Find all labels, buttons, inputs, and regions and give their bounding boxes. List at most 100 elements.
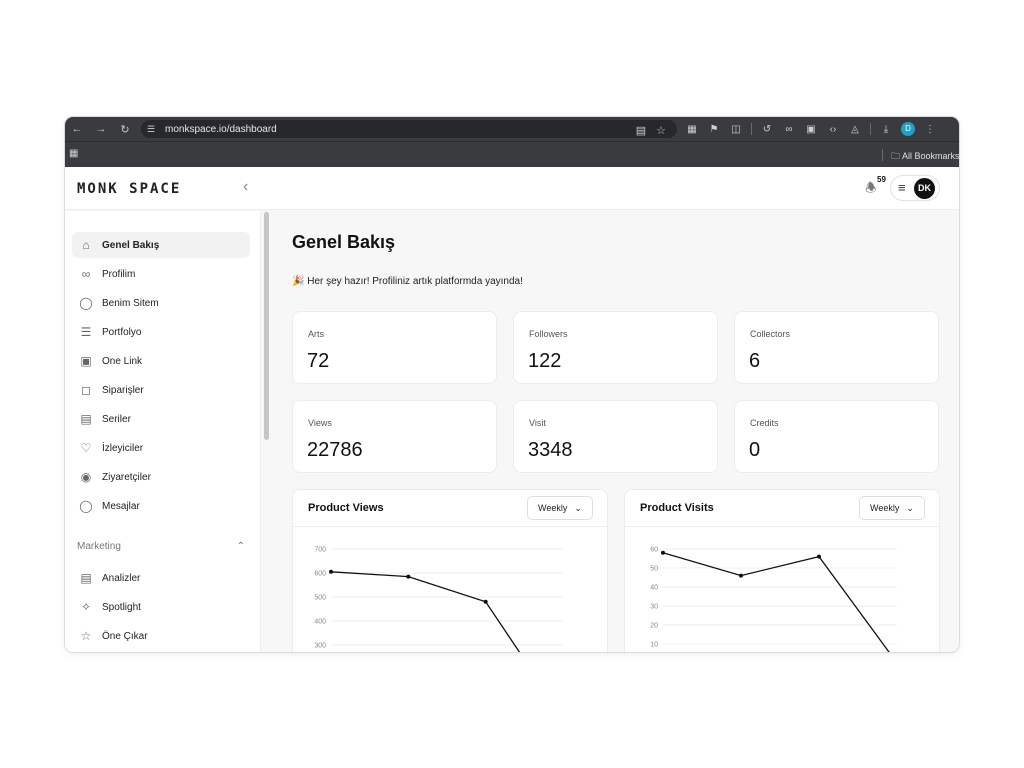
link-icon: ∞ — [81, 267, 91, 281]
all-bookmarks-button[interactable]: 🗀 All Bookmarks — [891, 149, 959, 165]
sidebar-item-benim-sitem[interactable]: ◯ Benim Sitem — [72, 290, 250, 316]
bookmarks-divider — [882, 149, 883, 161]
toolbar-divider — [751, 123, 752, 135]
chart-header: Product Visits Weekly ⌄ — [625, 490, 939, 527]
bookmarks-bar: ▦ 🗀 All Bookmarks — [65, 141, 959, 167]
sparkle-icon: ✧ — [80, 600, 92, 614]
sidebar-item-seriler[interactable]: ▤ Seriler — [72, 406, 250, 432]
product-visits-chart: 10 20 30 40 50 60 — [650, 547, 897, 652]
chart-title: Product Views — [308, 502, 384, 514]
stack-icon: ▤ — [80, 412, 92, 426]
browser-toolbar: ← → ↻ ☰ monkspace.io/dashboard ▤ ☆ ▦ ⚑ ◫… — [65, 117, 959, 141]
extension-translate-icon[interactable]: ▦ — [685, 124, 699, 135]
sidebar-item-label: Genel Bakış — [102, 239, 160, 251]
y-tick-label: 300 — [314, 643, 326, 650]
data-point[interactable] — [483, 599, 488, 604]
period-select[interactable]: Weekly ⌄ — [527, 496, 593, 520]
sidebar-item-label: Profilim — [102, 268, 136, 280]
data-point[interactable] — [406, 574, 411, 579]
list-icon: ☰ — [80, 325, 92, 339]
sidebar-item-one-cikar[interactable]: ☆ Öne Çıkar — [72, 623, 250, 649]
marketing-section-toggle[interactable]: Marketing ⌃ — [77, 541, 245, 552]
site-settings-icon[interactable]: ☰ — [147, 124, 163, 135]
data-point[interactable] — [661, 550, 665, 555]
user-menu-button[interactable]: ≡ DK — [890, 175, 940, 201]
history-icon[interactable]: ↺ — [760, 124, 774, 135]
extension-flag-icon[interactable]: ⚑ — [707, 124, 721, 135]
extensions-puzzle-icon[interactable]: ◫ — [729, 124, 743, 135]
devices-icon[interactable]: ▣ — [804, 124, 818, 135]
stat-card-followers: Followers 122 — [513, 311, 718, 384]
y-tick-label: 60 — [650, 547, 658, 554]
sidebar-item-label: Spotlight — [102, 601, 141, 613]
incognito-icon[interactable]: ◬ — [848, 124, 862, 135]
address-bar[interactable]: ☰ monkspace.io/dashboard ▤ ☆ — [141, 120, 677, 138]
link-icon[interactable]: ∞ — [782, 124, 796, 135]
brand-logo[interactable]: MONK SPACE — [77, 181, 181, 197]
sidebar-item-ziyaretciler[interactable]: ◉ Ziyaretçiler — [72, 464, 250, 490]
stat-value: 6 — [749, 350, 761, 372]
globe-icon: ◯ — [79, 296, 93, 310]
stat-label: Views — [308, 418, 332, 428]
sidebar-item-spotlight[interactable]: ✧ Spotlight — [72, 594, 250, 620]
collapse-sidebar-button[interactable]: ‹ — [243, 178, 248, 196]
stat-value: 122 — [528, 350, 562, 372]
star-icon: ☆ — [80, 629, 92, 643]
back-icon[interactable]: ← — [65, 123, 89, 135]
stat-value: 72 — [307, 350, 330, 372]
product-visits-card: Product Visits Weekly ⌄ 10 20 30 40 50 60 — [624, 489, 940, 652]
sidebar-item-label: Seriler — [102, 413, 131, 425]
sidebar-item-genel-bakis[interactable]: ⌂ Genel Bakış — [72, 232, 250, 258]
chat-icon: ◯ — [79, 499, 93, 513]
publish-notice: 🎉 Her şey hazır! Profiliniz artık platfo… — [292, 276, 523, 287]
chart-title: Product Visits — [640, 502, 714, 514]
sidebar-item-analizler[interactable]: ▤ Analizler — [72, 565, 250, 591]
sidebar-scrollbar[interactable] — [264, 212, 269, 440]
browser-window: ← → ↻ ☰ monkspace.io/dashboard ▤ ☆ ▦ ⚑ ◫… — [65, 117, 959, 652]
folder-icon: 🗀 — [891, 151, 901, 161]
y-tick-label: 700 — [314, 547, 326, 554]
period-select[interactable]: Weekly ⌄ — [859, 496, 925, 520]
y-tick-label: 600 — [314, 571, 326, 578]
heart-icon: ♡ — [80, 441, 92, 455]
chart-header: Product Views Weekly ⌄ — [293, 490, 607, 527]
sidebar-item-label: Mesajlar — [102, 500, 140, 512]
sidebar-item-label: Portfolyo — [102, 326, 142, 338]
y-tick-label: 30 — [650, 604, 658, 611]
analytics-icon: ▤ — [80, 571, 92, 585]
data-point[interactable] — [817, 554, 821, 559]
stat-label: Credits — [750, 418, 779, 428]
main-content: Genel Bakış 🎉 Her şey hazır! Profiliniz … — [275, 211, 959, 652]
product-views-chart: 100200300400500600700 — [314, 547, 563, 652]
sidebar-item-one-link[interactable]: ▣ One Link — [72, 348, 250, 374]
user-avatar: DK — [914, 178, 935, 199]
sidebar-item-siparisler[interactable]: ◻ Siparişler — [72, 377, 250, 403]
notifications-bell-icon[interactable]: 🕭 — [865, 179, 877, 201]
period-select-value: Weekly — [870, 503, 900, 513]
sidebar-item-mesajlar[interactable]: ◯ Mesajlar — [72, 493, 250, 519]
chevron-left-icon: ‹ — [243, 178, 249, 195]
profile-avatar[interactable]: D — [901, 122, 915, 136]
extensions-area: ▦ ⚑ ◫ ↺ ∞ ▣ ‹› ◬ ⤓ D ⋮ — [685, 117, 937, 141]
sidebar-item-profilim[interactable]: ∞ Profilim — [72, 261, 250, 287]
apps-grid-icon[interactable]: ▦ — [69, 148, 78, 159]
code-icon[interactable]: ‹› — [826, 124, 840, 135]
data-point[interactable] — [329, 569, 333, 574]
data-point[interactable] — [739, 573, 743, 578]
sidebar: ⌂ Genel Bakış ∞ Profilim ◯ Benim Sitem ☰… — [65, 211, 261, 652]
sidebar-item-portfolyo[interactable]: ☰ Portfolyo — [72, 319, 250, 345]
sidebar-item-izleyiciler[interactable]: ♡ İzleyiciler — [72, 435, 250, 461]
more-menu-icon[interactable]: ⋮ — [923, 124, 937, 135]
forward-icon[interactable]: → — [89, 123, 113, 135]
stat-label: Collectors — [750, 329, 791, 339]
y-tick-label: 40 — [650, 585, 658, 592]
sidebar-item-label: Öne Çıkar — [102, 630, 148, 642]
stat-value: 0 — [749, 439, 761, 461]
stat-card-credits: Credits 0 — [734, 400, 939, 473]
reload-icon[interactable]: ↻ — [113, 123, 137, 136]
chevron-up-icon: ⌃ — [236, 541, 245, 552]
download-icon[interactable]: ⤓ — [879, 124, 893, 135]
bookmark-star-icon[interactable]: ☆ — [653, 124, 669, 137]
sidebar-item-label: Siparişler — [102, 384, 144, 396]
translate-icon[interactable]: ▤ — [633, 124, 649, 137]
